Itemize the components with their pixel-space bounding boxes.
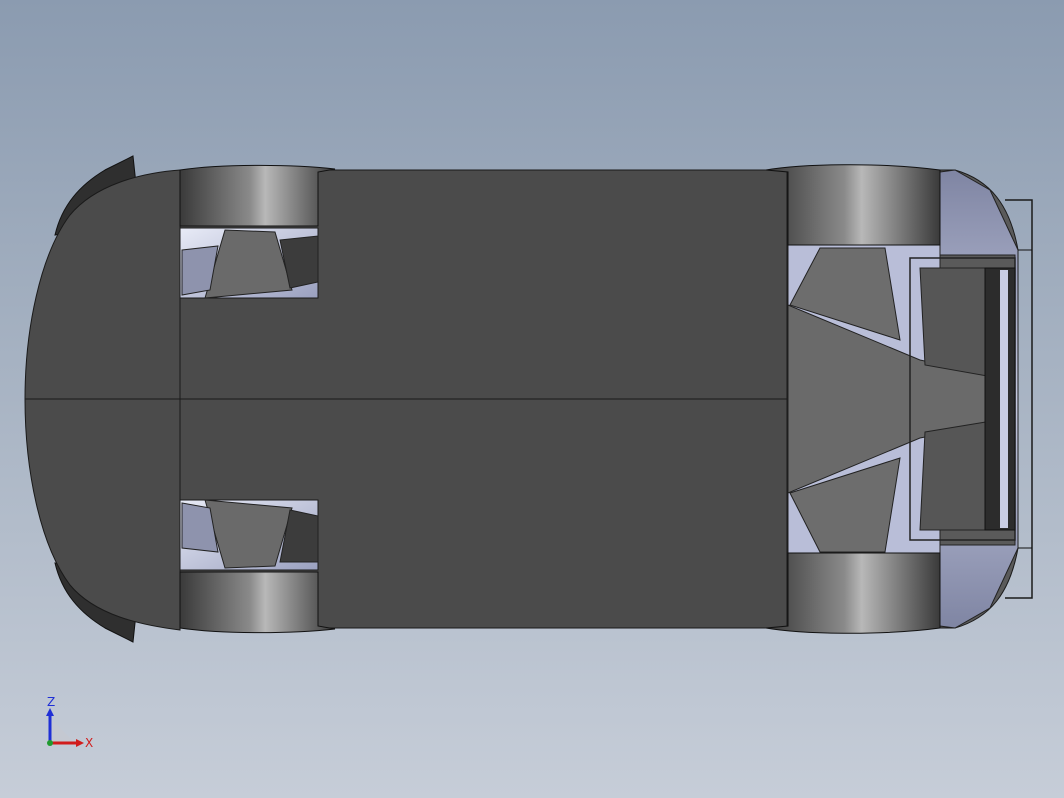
rear-wheel-well-left xyxy=(179,227,319,299)
front-wheel-right[interactable] xyxy=(765,552,941,634)
rear-wheel-left[interactable] xyxy=(179,164,336,227)
rear-wheel-well-right xyxy=(179,499,319,571)
x-axis-label: X xyxy=(85,736,93,750)
rear-wheel-right[interactable] xyxy=(179,571,336,634)
z-axis-label: Z xyxy=(47,696,55,709)
origin-dot xyxy=(47,740,53,746)
car-model[interactable] xyxy=(0,0,1064,798)
body-shell[interactable] xyxy=(24,169,788,631)
reference-triad: Z X xyxy=(46,696,93,750)
front-wheel-left[interactable] xyxy=(765,164,941,246)
graphics-viewport[interactable]: Z X xyxy=(0,0,1064,798)
